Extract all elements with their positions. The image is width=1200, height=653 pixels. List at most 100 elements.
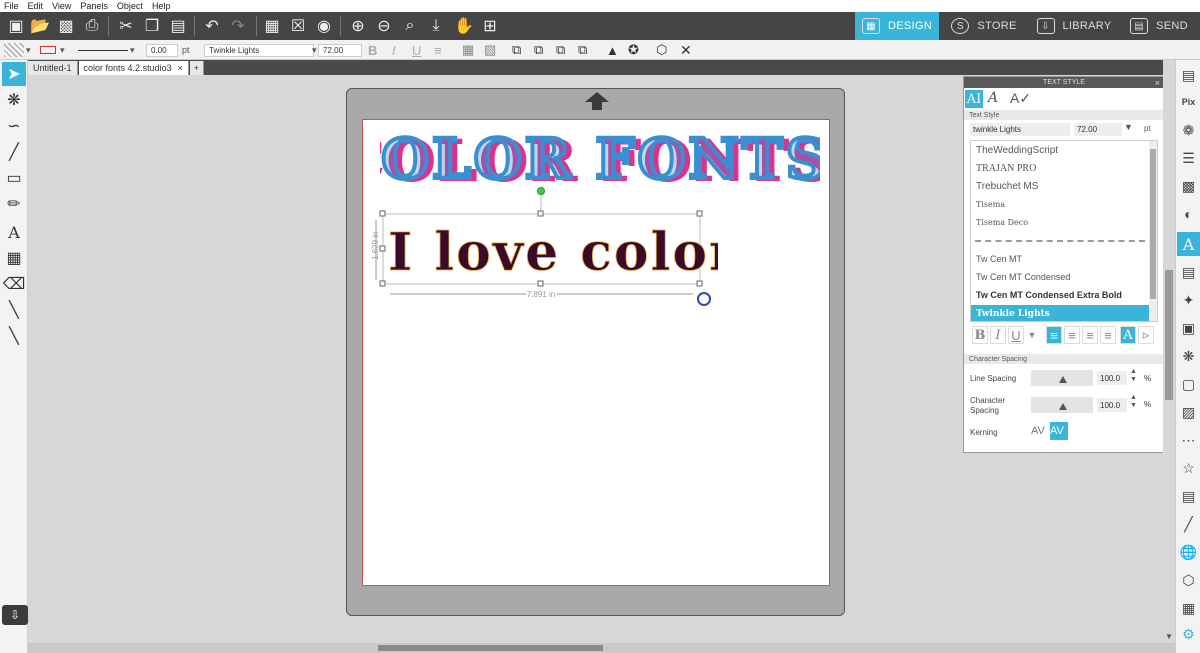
menu-file[interactable]: File [4, 1, 19, 11]
text-style-icon[interactable]: A [1177, 232, 1200, 256]
close-tab-icon[interactable]: × [178, 63, 183, 73]
bold-button[interactable]: B [368, 43, 377, 58]
font-list-item[interactable] [975, 232, 1145, 242]
send-back-icon[interactable]: ⧉ [534, 42, 543, 57]
font-list-item[interactable]: Trebuchet MS [971, 177, 1149, 195]
web-icon[interactable]: 🌐 [1177, 540, 1200, 564]
pan-hand-icon[interactable]: ✋ [452, 15, 476, 37]
line-style-icon[interactable]: ☰ [1177, 146, 1200, 170]
align-right-button[interactable]: ≡ [1082, 326, 1098, 344]
eyedropper-icon[interactable]: ╲ [2, 324, 26, 348]
undo-icon[interactable]: ↶ [200, 15, 224, 37]
font-select[interactable]: Twinkle Lights [204, 44, 314, 57]
send-backward-icon[interactable]: ⧉ [578, 42, 587, 57]
scale-handle-icon[interactable] [697, 292, 711, 306]
transform-icon[interactable]: ✦ [1177, 288, 1200, 312]
selection-box[interactable]: 1.629 in 7.891 in I love color [368, 186, 718, 306]
library-drawer-icon[interactable]: ⇩ [2, 605, 28, 625]
chevron-down-icon[interactable]: ▾ [60, 43, 65, 57]
line-color-swatch[interactable] [40, 46, 56, 54]
font-list-item[interactable]: Tw Cen MT [971, 250, 1149, 268]
pixscan-icon[interactable]: Pix [1177, 90, 1200, 114]
add-page-icon[interactable]: ⊞ [478, 15, 502, 37]
character-spacing-input[interactable]: 100.0 [1097, 398, 1127, 412]
offset-icon[interactable]: ▢ [1177, 372, 1200, 396]
tab-send[interactable]: ▤ SEND [1119, 12, 1199, 40]
tab-store[interactable]: S STORE [939, 12, 1029, 40]
menu-edit[interactable]: Edit [28, 1, 44, 11]
line-spacing-stepper[interactable]: ▲ ▼ [1130, 368, 1137, 384]
star-outline-icon[interactable]: ☆ [1177, 456, 1200, 480]
star-icon[interactable]: ✪ [628, 42, 639, 57]
font-size-input[interactable]: 72.00 [318, 44, 362, 57]
erase-tool-icon[interactable]: ▦ [2, 246, 26, 270]
line-tool-icon[interactable]: ╱ [2, 140, 26, 164]
new-file-icon[interactable]: ▣ [4, 15, 28, 37]
kerning-off-button[interactable]: AV [1031, 422, 1049, 440]
select-arrow-icon[interactable]: ➤ [2, 62, 26, 86]
select-by-color-icon[interactable]: ◉ [312, 15, 336, 37]
text-style-tab-icon[interactable]: AI [965, 90, 983, 108]
vertical-scrollbar[interactable]: ▼ [1163, 60, 1175, 643]
doc-tab-color-fonts[interactable]: color fonts 4.2.studio3 × [78, 61, 189, 75]
scroll-down-icon[interactable]: ▼ [1165, 632, 1173, 641]
paste-icon[interactable]: ▤ [166, 15, 190, 37]
copy-icon[interactable]: ❐ [140, 15, 164, 37]
add-tab-button[interactable]: + [189, 61, 205, 75]
vertical-text-button[interactable]: ▹ [1138, 326, 1154, 344]
font-list-item[interactable]: TRAJAN PRO [971, 159, 1149, 177]
close-icon[interactable]: × [1155, 78, 1160, 88]
fill-pattern-icon[interactable]: ▩ [1177, 174, 1200, 198]
spell-check-tab-icon[interactable]: A✓ [1010, 90, 1031, 107]
zoom-in-icon[interactable]: ⊕ [346, 15, 370, 37]
font-list-item[interactable]: Tisema [971, 196, 1149, 214]
text-on-path-tab-icon[interactable]: A [988, 90, 998, 106]
doc-tab-untitled[interactable]: Untitled-1 [28, 61, 78, 75]
fill-color-swatch[interactable] [4, 43, 24, 57]
chevron-down-icon[interactable]: ▾ [130, 43, 135, 57]
zoom-out-icon[interactable]: ⊖ [372, 15, 396, 37]
line-spacing-input[interactable]: 100.0 [1097, 371, 1127, 385]
transparency-icon[interactable]: ◐ [1177, 202, 1200, 226]
bold-button[interactable]: B [972, 326, 988, 344]
chevron-down-icon[interactable]: ▾ [312, 43, 317, 57]
italic-button[interactable]: I [392, 43, 396, 58]
rotate-handle[interactable] [537, 187, 545, 195]
curve-tool-icon[interactable]: ∽ [2, 114, 26, 138]
page-setup-icon[interactable]: ▤ [1177, 63, 1200, 87]
close-icon[interactable]: ✕ [680, 42, 692, 58]
font-list-item[interactable]: Twinkle Lights [971, 304, 1149, 321]
modify-icon[interactable]: ❋ [1177, 344, 1200, 368]
menu-panels[interactable]: Panels [80, 1, 108, 11]
i-love-color-text-object[interactable]: I love color [388, 222, 718, 284]
font-list-item[interactable]: Tw Cen MT Condensed [971, 268, 1149, 286]
align-icon[interactable]: ≡ [434, 43, 442, 58]
fill-palette-icon[interactable]: ❁ [1177, 118, 1200, 142]
align-panel-icon[interactable]: ▤ [1177, 260, 1200, 284]
tab-design[interactable]: ▦ DESIGN [855, 12, 939, 40]
layers-icon[interactable]: ▤ [1177, 484, 1200, 508]
font-list-item[interactable]: Tisema Deco [971, 214, 1149, 232]
font-list-scrollbar[interactable] [1149, 141, 1157, 321]
chevron-down-icon[interactable]: ▼ [1124, 122, 1133, 132]
align-justify-button[interactable]: ≡ [1100, 326, 1116, 344]
knife-tool-icon[interactable]: ╲ [2, 298, 26, 322]
tab-library[interactable]: ⇩ LIBRARY [1029, 12, 1119, 40]
italic-button[interactable]: I [990, 326, 1006, 344]
3d-box-icon[interactable]: ⬡ [656, 42, 667, 57]
print-icon[interactable]: ⎙ [80, 15, 104, 37]
sketch-icon[interactable]: ╱ [1177, 512, 1200, 536]
align-center-button[interactable]: ≡ [1064, 326, 1080, 344]
ungroup-icon[interactable]: ▧ [484, 42, 496, 57]
redo-icon[interactable]: ↷ [226, 15, 250, 37]
vertical-scroll-thumb[interactable] [1165, 270, 1173, 400]
pencil-tool-icon[interactable]: ✏ [2, 192, 26, 216]
save-icon[interactable]: ▩ [54, 15, 78, 37]
zoom-fit-icon[interactable]: ⌕ [398, 15, 422, 37]
menu-help[interactable]: Help [152, 1, 171, 11]
select-all-icon[interactable]: ▦ [260, 15, 284, 37]
kerning-on-button[interactable]: AV [1050, 422, 1068, 440]
replicate-icon[interactable]: ▣ [1177, 316, 1200, 340]
group-icon[interactable]: ▦ [462, 42, 474, 57]
cut-icon[interactable]: ✂ [114, 15, 138, 37]
